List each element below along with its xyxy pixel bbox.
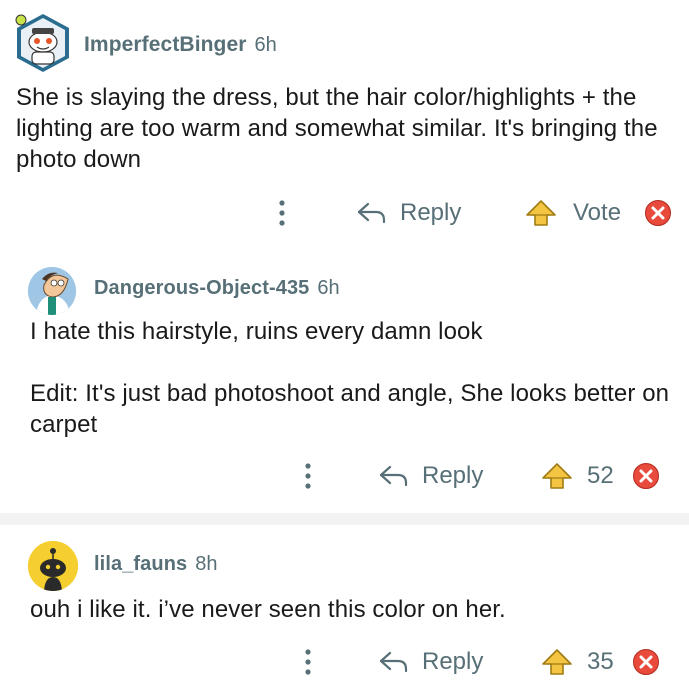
reply-arrow-icon	[379, 651, 408, 673]
reply-button[interactable]: Reply	[356, 193, 461, 233]
reply-button[interactable]: Reply	[378, 642, 483, 682]
comment-text: I hate this hairstyle, ruins every damn …	[30, 318, 483, 345]
comment-meta: Dangerous-Object-435 6h	[94, 277, 340, 300]
comment-2: Dangerous-Object-435 6h I hate this hair…	[0, 245, 689, 513]
reply-label: Reply	[422, 648, 484, 675]
more-vertical-icon	[305, 463, 311, 489]
username[interactable]: Dangerous-Object-435	[94, 277, 309, 300]
yellow-snoo-avatar-icon[interactable]	[28, 541, 78, 591]
comment-body: ouh i like it. i’ve never seen this colo…	[30, 594, 670, 625]
close-icon	[633, 649, 659, 675]
timestamp: 6h	[254, 33, 277, 56]
more-options-button[interactable]	[298, 456, 318, 496]
comment-text: She is slaying the dress, but the hair c…	[16, 84, 658, 173]
action-bar: Reply 52	[0, 456, 689, 496]
username[interactable]: lila_fauns	[94, 553, 187, 576]
cartoon-avatar-icon[interactable]	[28, 267, 76, 315]
vote-count: 52	[587, 462, 614, 489]
comment-text: ouh i like it. i’ve never seen this colo…	[30, 596, 506, 623]
comment-3: lila_fauns 8h ouh i like it. i’ve never …	[0, 525, 689, 700]
reply-arrow-icon	[379, 465, 408, 487]
upvote-button[interactable]: Vote	[524, 193, 621, 233]
username[interactable]: ImperfectBinger	[84, 33, 247, 57]
close-icon	[633, 463, 659, 489]
comment-body: She is slaying the dress, but the hair c…	[16, 82, 666, 175]
comment-thread: ImperfectBinger 6h She is slaying the dr…	[0, 0, 689, 700]
comment-1: ImperfectBinger 6h She is slaying the dr…	[0, 0, 689, 245]
more-options-button[interactable]	[272, 193, 292, 233]
thread-divider	[0, 513, 689, 525]
upvote-button[interactable]: 35	[540, 642, 614, 682]
reply-arrow-icon	[357, 202, 386, 224]
close-button[interactable]	[632, 642, 660, 682]
reply-label: Reply	[422, 462, 484, 489]
comment-body: I hate this hairstyle, ruins every damn …	[30, 316, 670, 440]
reply-button[interactable]: Reply	[378, 456, 483, 496]
timestamp: 6h	[317, 277, 340, 299]
action-bar: Reply 35	[0, 642, 689, 682]
snoo-avatar-icon[interactable]	[14, 12, 72, 74]
vote-count: 35	[587, 648, 614, 675]
upvote-button[interactable]: 52	[540, 456, 614, 496]
timestamp: 8h	[195, 553, 218, 575]
close-button[interactable]	[632, 456, 660, 496]
more-vertical-icon	[279, 200, 285, 226]
upvote-icon	[526, 200, 556, 226]
upvote-icon	[542, 463, 572, 489]
comment-meta: lila_fauns 8h	[94, 553, 218, 576]
close-button[interactable]	[644, 193, 672, 233]
reply-label: Reply	[400, 199, 462, 226]
more-options-button[interactable]	[298, 642, 318, 682]
upvote-icon	[542, 649, 572, 675]
more-vertical-icon	[305, 649, 311, 675]
comment-text-edit: Edit: It's just bad photoshoot and angle…	[30, 380, 670, 438]
vote-label: Vote	[573, 199, 622, 226]
close-icon	[645, 200, 671, 226]
action-bar: Reply Vote	[0, 193, 689, 233]
comment-meta: ImperfectBinger 6h	[84, 33, 277, 57]
